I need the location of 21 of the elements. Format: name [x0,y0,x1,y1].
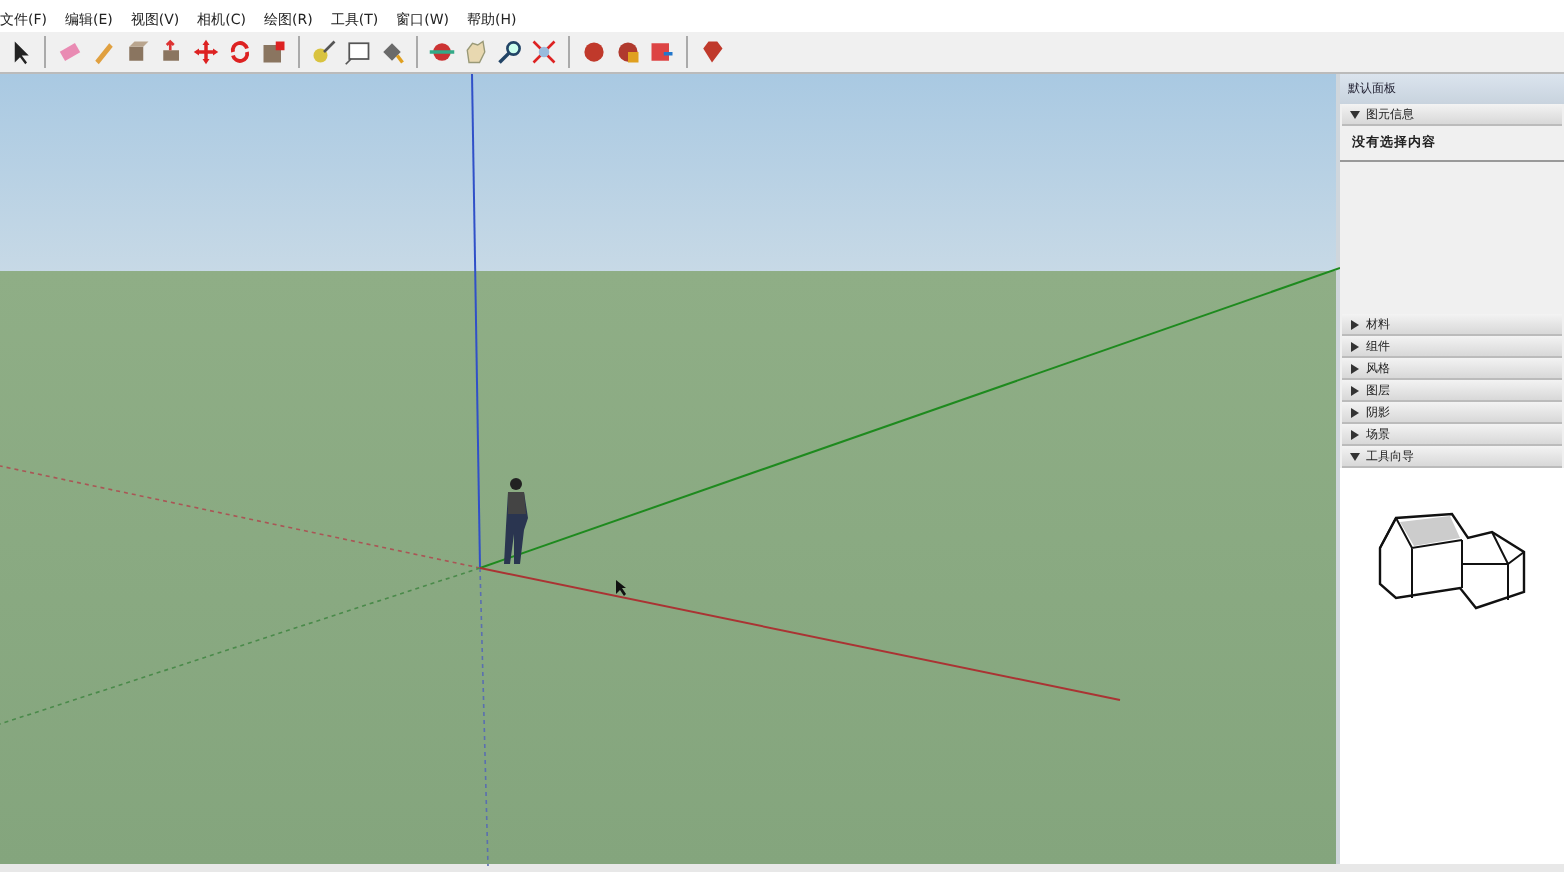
rotate-arrows-icon[interactable] [226,38,254,66]
paint-bucket-icon[interactable] [378,38,406,66]
collapsed-triangle-icon[interactable] [1350,407,1360,417]
collapsed-triangle-icon[interactable] [1350,429,1360,439]
text-label-icon[interactable] [344,38,372,66]
move-cross-icon[interactable] [192,38,220,66]
scale-box-icon[interactable] [260,38,288,66]
expanded-triangle-icon[interactable] [1350,451,1360,461]
zoom-extents-icon[interactable] [530,38,558,66]
expanded-triangle-icon[interactable] [1350,109,1360,119]
ruby-gem-icon[interactable] [698,38,726,66]
collapsed-triangle-icon[interactable] [1350,319,1360,329]
orbit-icon[interactable] [428,38,456,66]
mouse-cursor-icon [616,580,626,596]
collapsed-triangle-icon[interactable] [1350,385,1360,395]
zoom-magnifier-icon[interactable] [496,38,524,66]
collapsed-triangle-icon[interactable] [1350,363,1360,373]
collapsed-triangle-icon[interactable] [1350,341,1360,351]
cube-icon[interactable] [124,38,152,66]
person-figure-drawing [504,478,528,564]
tape-measure-icon[interactable] [310,38,338,66]
